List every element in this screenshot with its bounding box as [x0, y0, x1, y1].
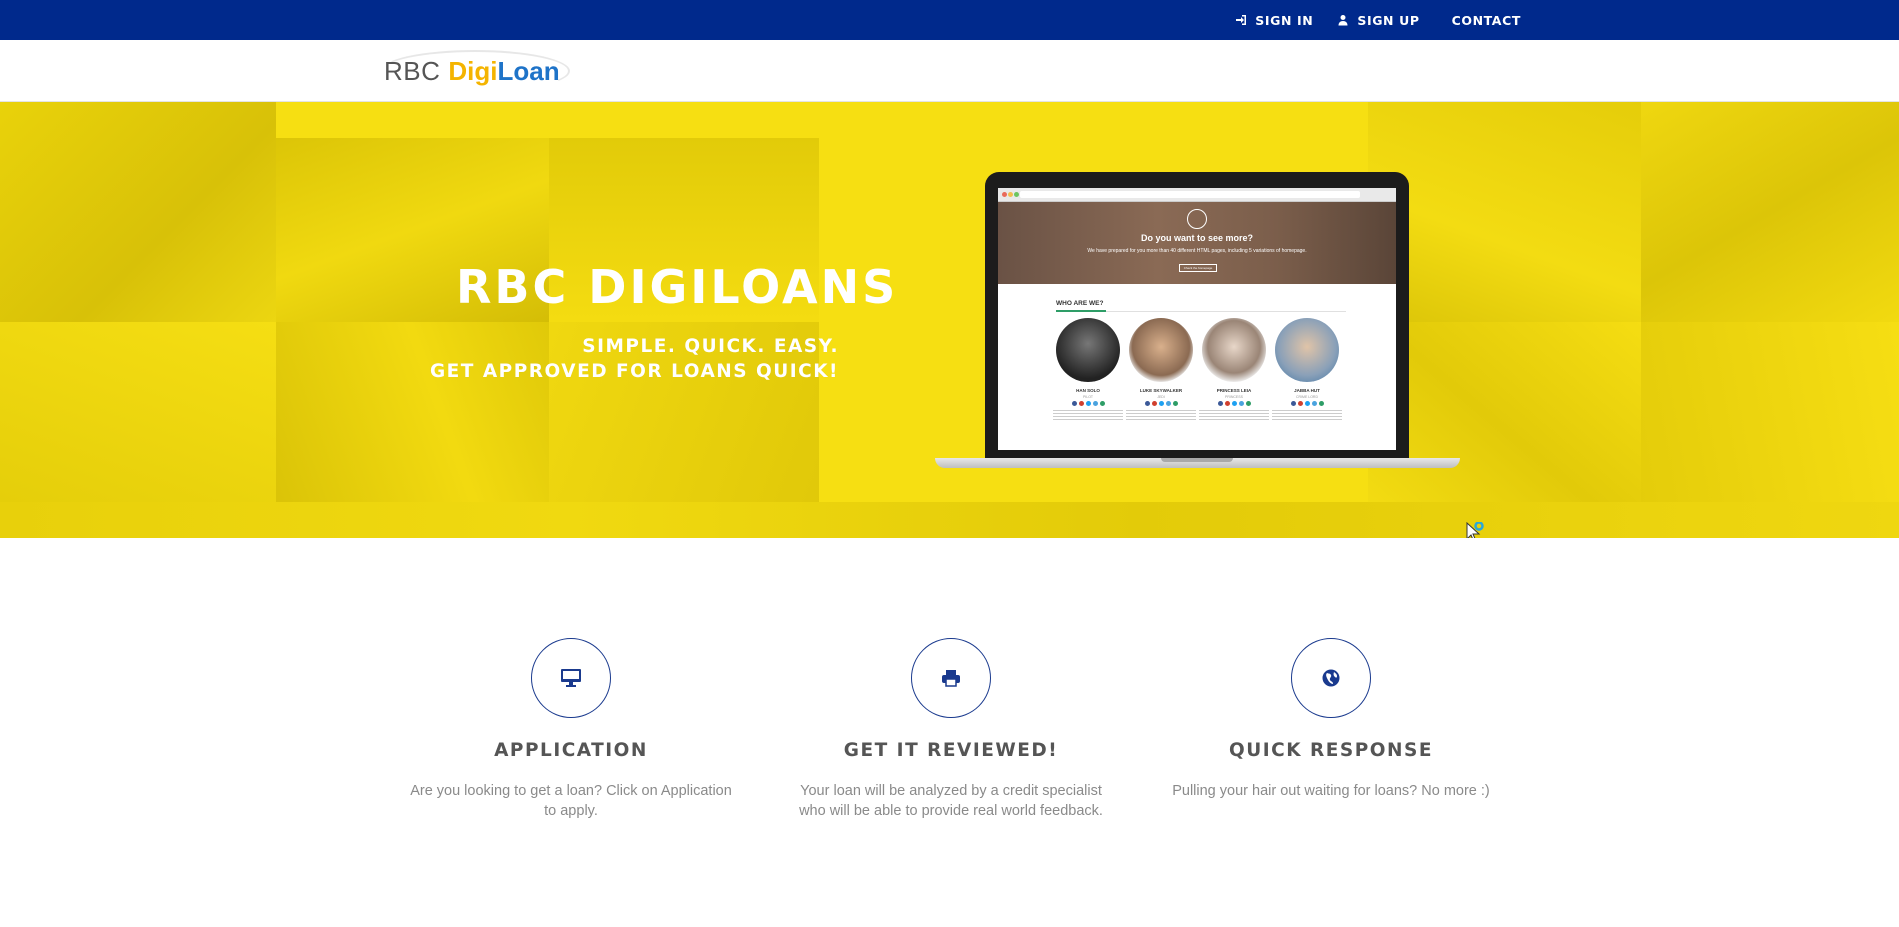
- feature-icon-circle[interactable]: [531, 638, 611, 718]
- logo-rbc: RBC: [384, 55, 441, 86]
- sign-up-link[interactable]: SIGN UP: [1337, 13, 1419, 28]
- hero-title: RBC DIGILOANS: [456, 260, 899, 314]
- logo[interactable]: RBC Digi Loan: [384, 51, 560, 91]
- globe-icon: [1322, 669, 1340, 687]
- person-name: JABBA HUT: [1294, 388, 1320, 393]
- logo-digi: Digi: [448, 55, 498, 86]
- feature-application: APPLICATION Are you looking to get a loa…: [381, 638, 761, 821]
- document-icon: [1187, 209, 1207, 229]
- avatar: [1056, 318, 1120, 382]
- desktop-icon: [561, 669, 581, 687]
- laptop-screen: Do you want to see more? We have prepare…: [998, 188, 1396, 450]
- screen-hero: Do you want to see more? We have prepare…: [998, 202, 1396, 284]
- browser-url-bar: [1020, 191, 1360, 198]
- screen-title-underline: [1056, 310, 1106, 312]
- sign-in-label: SIGN IN: [1255, 12, 1314, 28]
- hero-subtitle-line2: GET APPROVED FOR LOANS QUICK!: [429, 361, 839, 382]
- mouse-cursor-icon: [1466, 522, 1484, 538]
- person-bio: [1199, 410, 1269, 420]
- header: RBC Digi Loan: [0, 40, 1899, 102]
- sign-up-label: SIGN UP: [1357, 12, 1420, 28]
- feature-quick-response: QUICK RESPONSE Pulling your hair out wai…: [1141, 638, 1521, 801]
- person-bio: [1053, 410, 1123, 420]
- screen-subline: We have prepared for you more than 40 di…: [1087, 248, 1307, 254]
- laptop-lid: Do you want to see more? We have prepare…: [985, 172, 1409, 462]
- screen-section-title: WHO ARE WE?: [1056, 300, 1104, 307]
- browser-bar: [998, 188, 1396, 202]
- screen-headline: Do you want to see more?: [1140, 233, 1254, 243]
- logo-loan: Loan: [497, 55, 560, 86]
- feature-icon-circle[interactable]: [1291, 638, 1371, 718]
- person-role: PRINCESS: [1225, 395, 1243, 399]
- hero-banner: RBC DIGILOANS SIMPLE. QUICK. EASY. GET A…: [0, 102, 1899, 538]
- feature-text: Are you looking to get a loan? Click on …: [410, 783, 732, 819]
- feature-text: Pulling your hair out waiting for loans?…: [1172, 783, 1490, 799]
- feature-text: Your loan will be analyzed by a credit s…: [799, 783, 1103, 819]
- screen-divider: [1106, 311, 1346, 312]
- browser-dot: [1002, 192, 1007, 197]
- top-nav: SIGN IN SIGN UP CONTACT: [1235, 0, 1521, 40]
- sign-in-icon: [1236, 15, 1247, 25]
- person-role: CRIME LORD: [1296, 395, 1318, 399]
- user-icon: [1338, 15, 1348, 26]
- laptop-notch: [1161, 458, 1233, 462]
- sign-in-link[interactable]: SIGN IN: [1235, 13, 1313, 28]
- person-role: PILOT: [1082, 395, 1094, 399]
- social-icons: [1267, 401, 1347, 406]
- hero-bg-tile: [0, 102, 276, 322]
- person-role: JEDI: [1157, 395, 1165, 399]
- laptop-mockup: Do you want to see more? We have prepare…: [935, 172, 1460, 472]
- feature-title: GET IT REVIEWED!: [843, 740, 1059, 761]
- person-bio: [1126, 410, 1196, 420]
- top-bar: SIGN IN SIGN UP CONTACT: [0, 0, 1899, 40]
- social-icons: [1048, 401, 1128, 406]
- social-icons: [1194, 401, 1274, 406]
- person-name: HAN SOLO: [1076, 388, 1100, 393]
- feature-icon-circle[interactable]: [911, 638, 991, 718]
- avatar: [1275, 318, 1339, 382]
- hero-bg-tile: [1641, 102, 1899, 322]
- feature-title: QUICK RESPONSE: [1229, 740, 1433, 761]
- avatar: [1202, 318, 1266, 382]
- print-icon: [942, 670, 960, 687]
- feature-title: APPLICATION: [494, 740, 648, 761]
- contact-link[interactable]: CONTACT: [1452, 13, 1521, 28]
- social-icons: [1121, 401, 1201, 406]
- person-bio: [1272, 410, 1342, 420]
- browser-dot: [1008, 192, 1013, 197]
- hero-bg-tile: [0, 502, 1899, 538]
- avatar: [1129, 318, 1193, 382]
- hero-subtitle-line1: SIMPLE. QUICK. EASY.: [582, 336, 839, 357]
- browser-dot: [1014, 192, 1019, 197]
- contact-label: CONTACT: [1451, 12, 1521, 28]
- hero-subtitle: SIMPLE. QUICK. EASY. GET APPROVED FOR LO…: [430, 334, 839, 384]
- person-name: PRINCESS LEIA: [1216, 388, 1252, 393]
- person-name: LUKE SKYWALKER: [1139, 388, 1183, 393]
- screen-button: Check the homepage: [1179, 264, 1217, 272]
- feature-review: GET IT REVIEWED! Your loan will be analy…: [761, 638, 1141, 821]
